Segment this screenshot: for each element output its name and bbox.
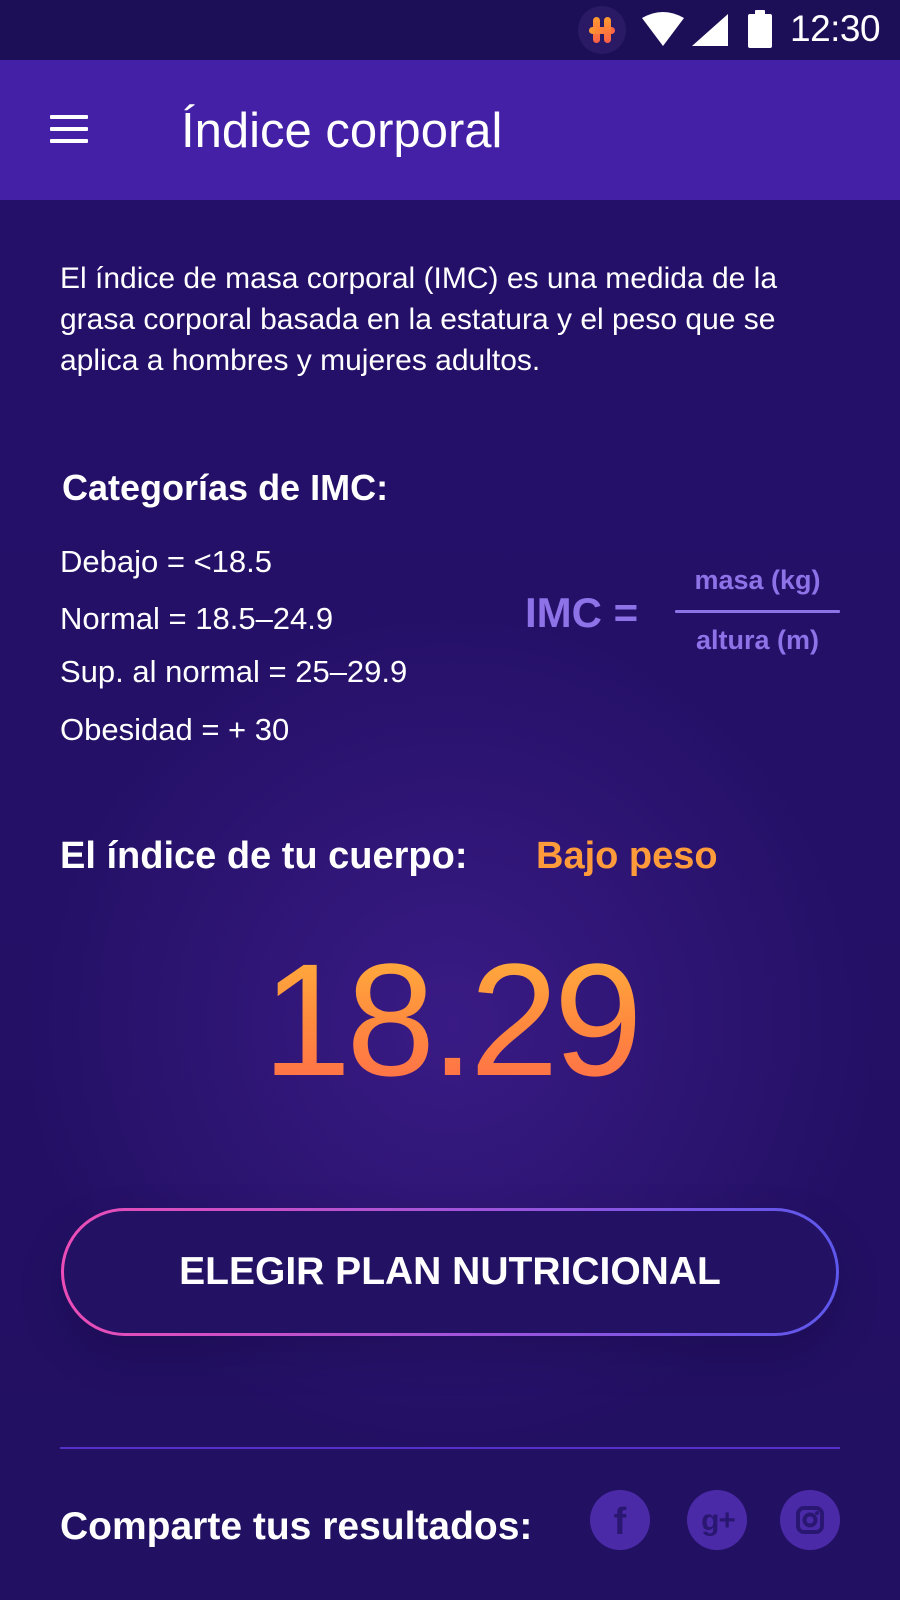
menu-button[interactable] [44, 104, 94, 154]
category-underweight: Debajo = <18.5 [60, 544, 273, 579]
signal-icon [692, 14, 728, 46]
status-bar: 12:30 [0, 0, 900, 60]
bmi-screen: 12:30 Índice corporal El índice de masa … [0, 0, 900, 1600]
wifi-icon [642, 12, 684, 46]
bmi-formula-numerator: masa (kg) [694, 565, 821, 595]
body-index-status: Bajo peso [536, 835, 718, 877]
choose-nutrition-plan-label: ELEGIR PLAN NUTRICIONAL [179, 1250, 721, 1293]
facebook-icon: f [613, 1501, 627, 1543]
menu-icon-line [50, 127, 88, 131]
page-title: Índice corporal [181, 104, 503, 158]
bmi-description: El índice de masa corporal (IMC) es una … [60, 262, 778, 377]
share-results-label: Comparte tus resultados: [60, 1505, 533, 1548]
categories-title: Categorías de IMC: [62, 467, 389, 508]
app-status-icon-bar [589, 27, 615, 34]
choose-nutrition-plan-button[interactable]: ELEGIR PLAN NUTRICIONAL [61, 1208, 839, 1336]
category-normal: Normal = 18.5–24.9 [60, 601, 334, 636]
bmi-formula-denominator: altura (m) [695, 625, 820, 655]
menu-icon-line [50, 115, 88, 119]
section-divider [60, 1447, 840, 1449]
body-index-label: El índice de tu cuerpo: [60, 835, 468, 877]
menu-icon-line [50, 139, 88, 143]
instagram-icon [796, 1506, 824, 1534]
google-plus-share-button[interactable]: g+ [687, 1490, 747, 1550]
bmi-formula-divider [675, 610, 840, 613]
category-obesity: Obesidad = + 30 [60, 712, 290, 747]
google-plus-icon: g+ [701, 1504, 736, 1537]
instagram-share-button[interactable] [780, 1490, 840, 1550]
battery-icon [748, 10, 772, 48]
status-time: 12:30 [790, 8, 881, 49]
app-status-icon [578, 6, 626, 54]
facebook-share-button[interactable]: f [590, 1490, 650, 1550]
bmi-formula-label: IMC = [525, 589, 639, 636]
category-overweight: Sup. al normal = 25–29.9 [60, 654, 408, 689]
bmi-value: 18.29 [180, 940, 720, 1100]
choose-nutrition-plan-button-inner: ELEGIR PLAN NUTRICIONAL [64, 1211, 836, 1333]
